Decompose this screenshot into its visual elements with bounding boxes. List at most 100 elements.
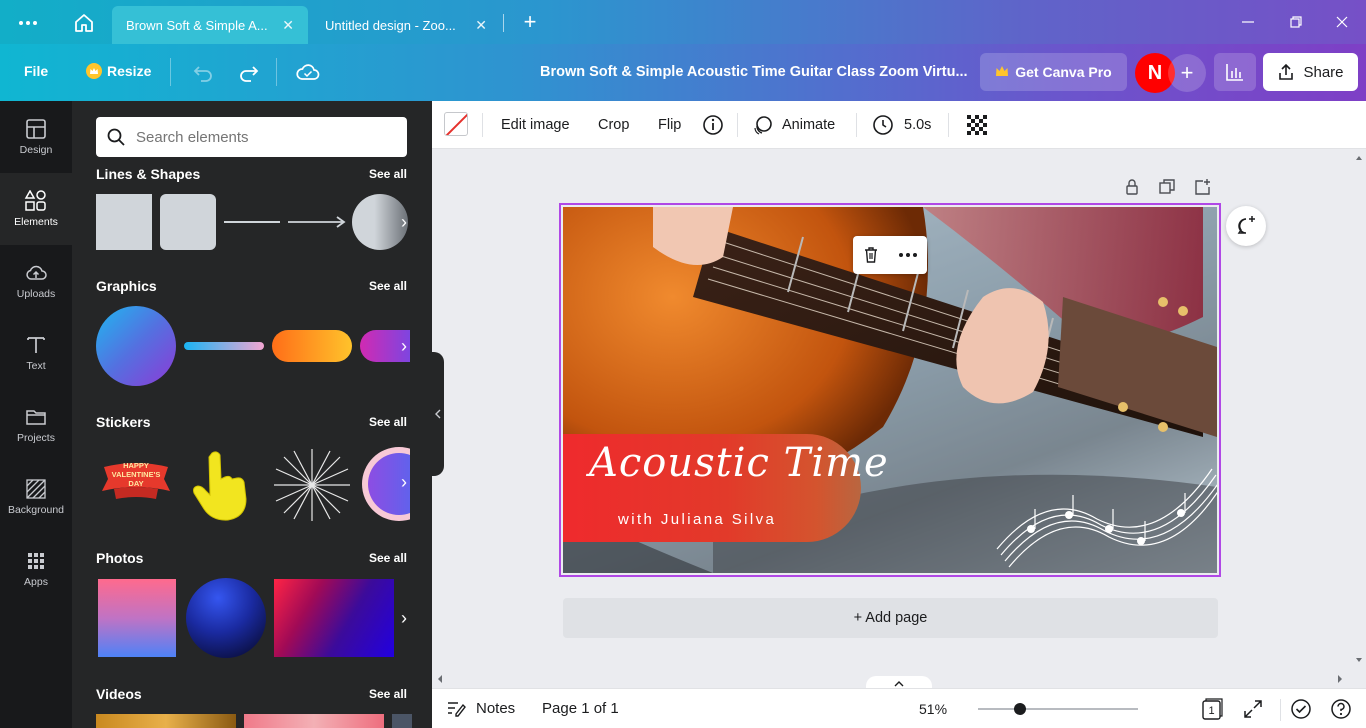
see-all-stickers[interactable]: See all bbox=[369, 415, 407, 429]
shape-line[interactable] bbox=[224, 221, 280, 223]
search-box[interactable] bbox=[96, 117, 407, 157]
get-canva-pro-button[interactable]: Get Canva Pro bbox=[980, 53, 1127, 91]
design-subtitle[interactable]: with Juliana Silva bbox=[618, 511, 776, 528]
home-icon[interactable] bbox=[72, 11, 96, 35]
edit-image-button[interactable]: Edit image bbox=[501, 101, 570, 149]
trash-icon[interactable] bbox=[862, 246, 880, 264]
notes-icon bbox=[448, 702, 466, 717]
search-input[interactable] bbox=[136, 128, 396, 146]
rail-item-background[interactable]: Background bbox=[0, 461, 72, 533]
animate-button[interactable]: Animate bbox=[752, 101, 835, 149]
vertical-scrollbar[interactable] bbox=[1352, 150, 1366, 670]
shape-rounded-square[interactable] bbox=[160, 194, 216, 250]
page-indicator[interactable]: Page 1 of 1 bbox=[542, 700, 619, 717]
minimize-icon[interactable] bbox=[1240, 14, 1256, 30]
see-all-graphics[interactable]: See all bbox=[369, 279, 407, 293]
see-all-videos[interactable]: See all bbox=[369, 687, 407, 701]
chevron-left-icon bbox=[435, 409, 441, 419]
close-tab-icon[interactable]: ✕ bbox=[282, 17, 294, 34]
rail-item-apps[interactable]: Apps bbox=[0, 533, 72, 605]
chevron-right-icon[interactable]: › bbox=[394, 463, 414, 501]
crown-icon bbox=[86, 63, 102, 79]
sticker-hand-pointer[interactable] bbox=[190, 449, 254, 523]
rail-item-elements[interactable]: Elements bbox=[0, 173, 72, 245]
fullscreen-icon[interactable] bbox=[1242, 698, 1264, 720]
comment-add-icon bbox=[1237, 216, 1255, 234]
chevron-right-icon[interactable]: › bbox=[394, 327, 414, 365]
collapse-panel-handle[interactable] bbox=[432, 352, 444, 476]
rail-item-label: Background bbox=[7, 504, 65, 516]
title-banner[interactable]: Acoustic Time with Juliana Silva bbox=[563, 434, 888, 542]
rail-item-label: Elements bbox=[14, 216, 58, 228]
flip-button[interactable]: Flip bbox=[658, 101, 681, 149]
graphic-gradient-circle[interactable] bbox=[96, 306, 176, 386]
shape-square[interactable] bbox=[96, 194, 152, 250]
design-title[interactable]: Acoustic Time bbox=[589, 440, 888, 486]
document-title[interactable]: Brown Soft & Simple Acoustic Time Guitar… bbox=[540, 64, 968, 80]
elements-panel: Lines & Shapes See all › Graphics See al… bbox=[72, 101, 432, 728]
video-thumbnail[interactable] bbox=[96, 714, 236, 728]
clock-icon bbox=[873, 115, 893, 135]
music-notes-graphic[interactable] bbox=[991, 455, 1217, 573]
photo-red-blue-gradient[interactable] bbox=[274, 579, 394, 657]
rail-item-design[interactable]: Design bbox=[0, 101, 72, 173]
sticker-starburst[interactable] bbox=[272, 447, 352, 523]
more-menu-icon[interactable] bbox=[16, 12, 40, 32]
section-title-stickers: Stickers bbox=[96, 414, 151, 430]
shape-arrow-line[interactable] bbox=[288, 214, 346, 230]
close-window-icon[interactable] bbox=[1334, 14, 1350, 30]
tab-untitled-design[interactable]: Untitled design - Zoo... ✕ bbox=[311, 6, 501, 44]
file-menu-button[interactable]: File bbox=[24, 63, 48, 79]
header-divider bbox=[276, 58, 277, 86]
undo-icon[interactable] bbox=[192, 61, 214, 83]
add-page-icon[interactable] bbox=[1194, 178, 1212, 196]
lock-icon[interactable] bbox=[1123, 178, 1141, 196]
grid-icon bbox=[28, 553, 44, 569]
check-icon[interactable] bbox=[1290, 698, 1312, 720]
share-button[interactable]: Share bbox=[1263, 53, 1358, 91]
hatch-icon bbox=[26, 479, 46, 499]
insights-button[interactable] bbox=[1214, 53, 1256, 91]
rail-item-uploads[interactable]: Uploads bbox=[0, 245, 72, 317]
transparency-icon[interactable] bbox=[966, 114, 988, 136]
info-icon[interactable] bbox=[702, 114, 724, 136]
close-tab-icon[interactable]: ✕ bbox=[475, 17, 487, 34]
transparency-swatch-icon[interactable] bbox=[444, 112, 468, 136]
help-icon[interactable] bbox=[1330, 698, 1352, 720]
zoom-slider[interactable] bbox=[978, 701, 1138, 717]
see-all-photos[interactable]: See all bbox=[369, 551, 407, 565]
video-thumbnail[interactable] bbox=[392, 714, 412, 728]
chevron-right-icon[interactable]: › bbox=[394, 203, 414, 241]
toolbar-divider bbox=[948, 113, 949, 137]
notes-button[interactable]: Notes bbox=[446, 699, 515, 717]
add-comment-button[interactable] bbox=[1226, 206, 1266, 246]
rail-item-text[interactable]: Text bbox=[0, 317, 72, 389]
restore-icon[interactable] bbox=[1288, 14, 1304, 30]
video-thumbnail[interactable] bbox=[244, 714, 384, 728]
sticker-valentines[interactable]: HAPPY VALENTINE'S DAY bbox=[98, 453, 174, 509]
rail-item-projects[interactable]: Projects bbox=[0, 389, 72, 461]
see-all-lines-shapes[interactable]: See all bbox=[369, 167, 407, 181]
rail-item-label: Projects bbox=[17, 432, 55, 444]
invite-add-button[interactable]: + bbox=[1168, 54, 1206, 92]
tab-active-design[interactable]: Brown Soft & Simple A... ✕ bbox=[112, 6, 308, 44]
graphic-gradient-line[interactable] bbox=[184, 342, 264, 350]
resize-button[interactable]: Resize bbox=[86, 63, 151, 79]
chevron-right-icon[interactable]: › bbox=[394, 599, 414, 637]
timing-button[interactable]: 5.0s bbox=[872, 101, 931, 149]
zoom-slider-thumb[interactable] bbox=[1014, 703, 1026, 715]
cloud-saved-icon[interactable] bbox=[295, 60, 321, 84]
header-divider bbox=[170, 58, 171, 86]
graphic-gradient-pill[interactable] bbox=[272, 330, 352, 362]
photo-blue-sphere[interactable] bbox=[186, 578, 266, 658]
new-tab-icon[interactable]: + bbox=[520, 11, 540, 33]
photo-pink-blue-gradient[interactable] bbox=[98, 579, 176, 657]
zoom-percentage[interactable]: 51% bbox=[919, 701, 947, 717]
duplicate-page-icon[interactable] bbox=[1158, 178, 1176, 196]
pages-grid-button[interactable]: 1 bbox=[1200, 697, 1224, 721]
crop-button[interactable]: Crop bbox=[598, 101, 629, 149]
more-options-icon[interactable] bbox=[898, 252, 918, 258]
browser-tab-bar: Brown Soft & Simple A... ✕ Untitled desi… bbox=[0, 0, 1366, 44]
add-page-button[interactable]: + Add page bbox=[563, 598, 1218, 638]
redo-icon[interactable] bbox=[238, 61, 260, 83]
